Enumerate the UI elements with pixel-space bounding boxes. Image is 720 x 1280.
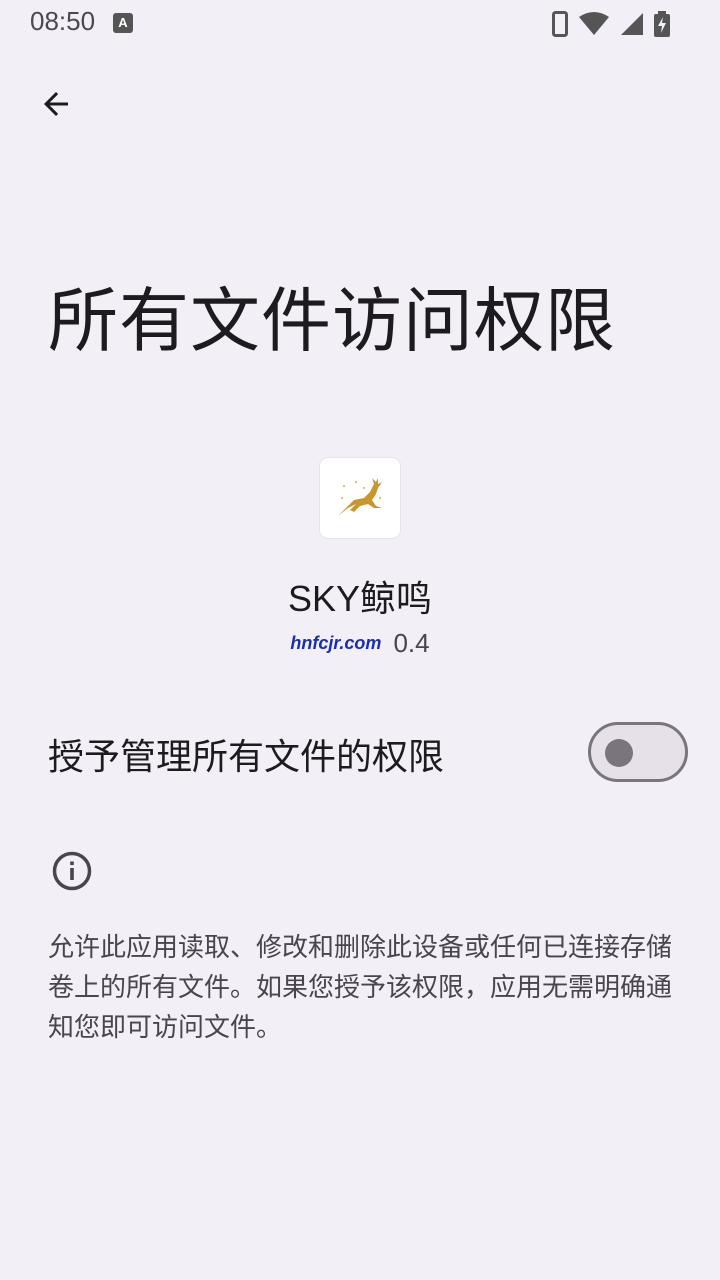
arrow-back-icon [38, 86, 74, 122]
page-title: 所有文件访问权限 [48, 280, 616, 362]
back-button[interactable] [28, 76, 84, 132]
status-icons [552, 10, 670, 38]
phone-icon [552, 11, 568, 37]
app-version: 0.4 [393, 628, 430, 658]
permission-toggle-row[interactable]: 授予管理所有文件的权限 [48, 722, 688, 786]
wifi-icon [578, 12, 610, 36]
app-icon [320, 458, 400, 538]
deer-icon [334, 476, 386, 520]
status-bar: 08:50 A [0, 0, 720, 48]
info-icon [52, 851, 92, 891]
app-version-row: hnfcjr.com 0.4 [0, 628, 720, 659]
app-name: SKY鲸鸣 [287, 578, 433, 619]
switch-thumb [605, 739, 633, 767]
permission-switch[interactable] [588, 722, 688, 782]
battery-charging-icon [654, 11, 670, 37]
permission-description: 允许此应用读取、修改和删除此设备或任何已连接存储卷上的所有文件。如果您授予该权限… [48, 933, 673, 1043]
notification-icon: A [113, 13, 133, 33]
watermark: hnfcjr.com [290, 633, 382, 653]
signal-icon [620, 12, 644, 36]
status-time: 08:50 [30, 6, 96, 36]
